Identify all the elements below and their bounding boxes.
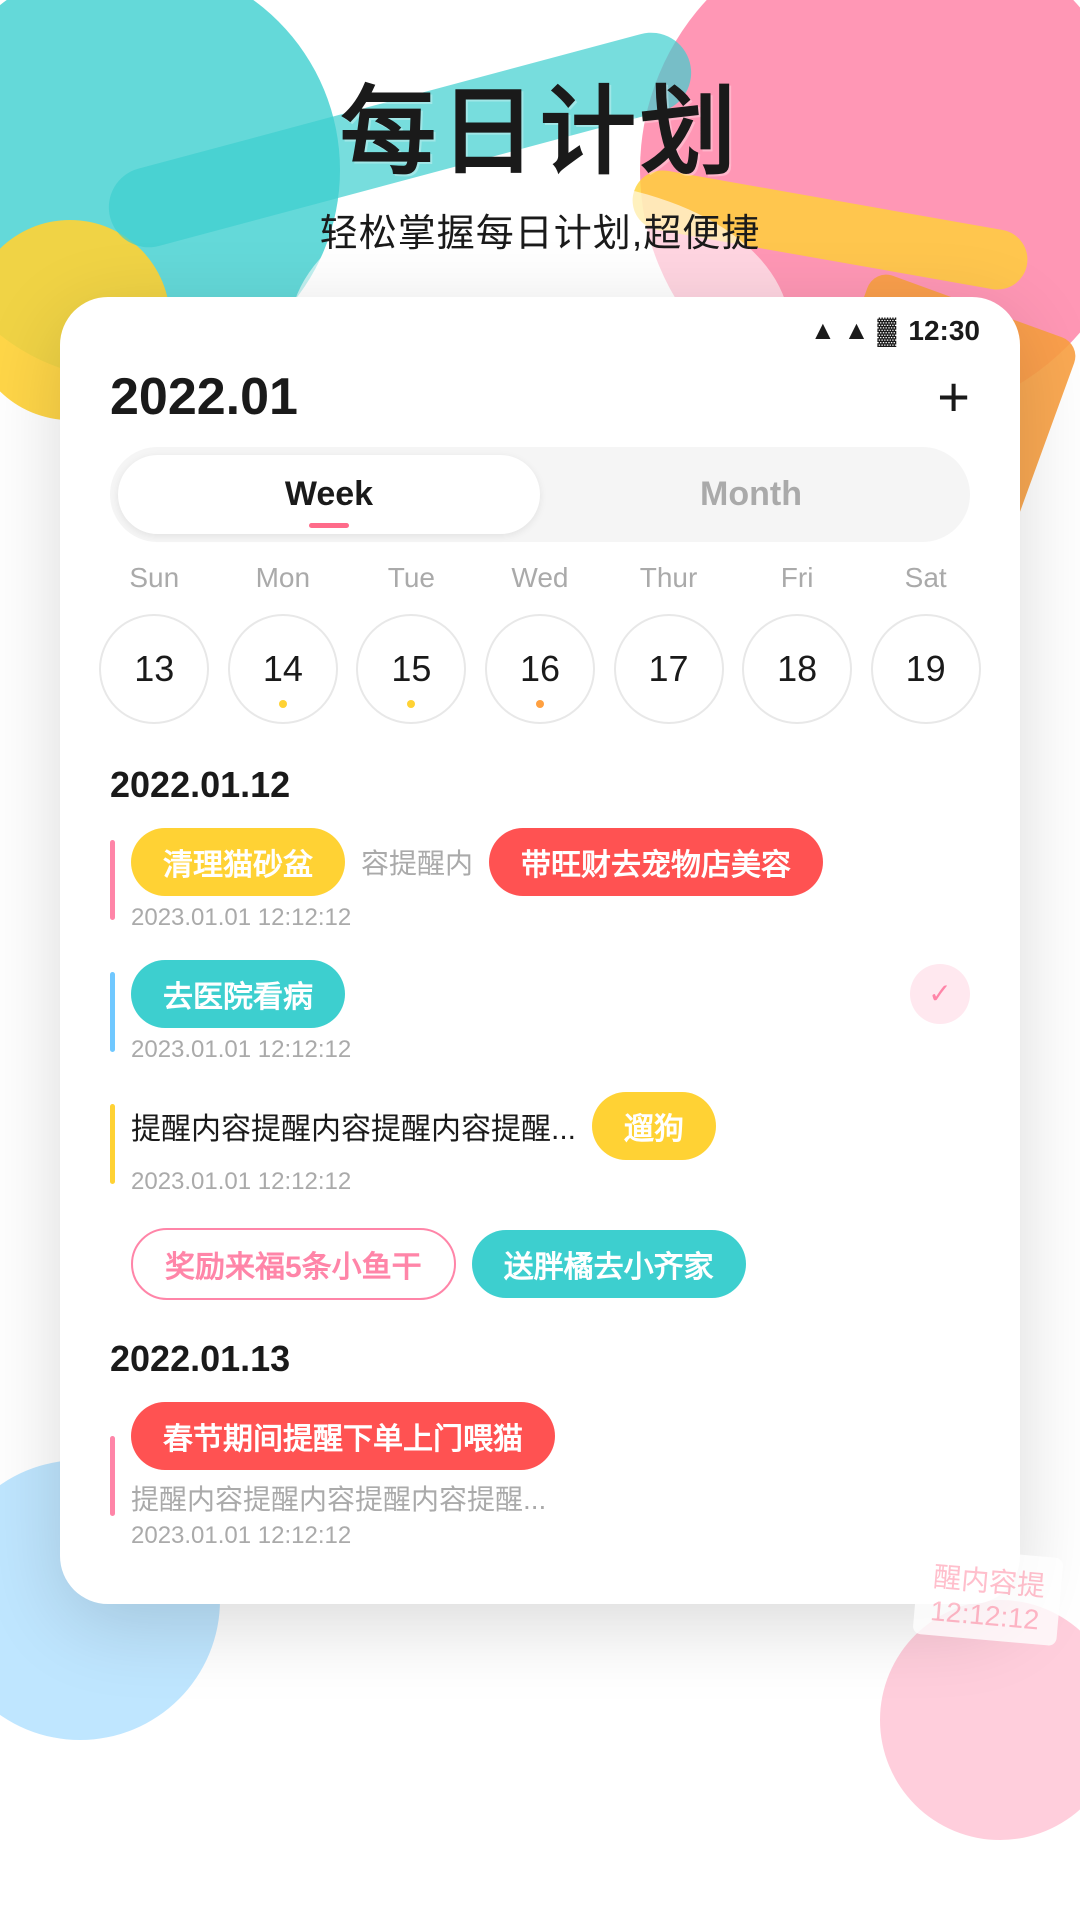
- section-date-1: 2022.01.12: [60, 744, 1020, 814]
- day-label-sun: Sun: [99, 562, 209, 594]
- side-decoration-text: 醒内容提12:12:12: [912, 1546, 1063, 1646]
- task-body-1: 清理猫砂盆 容提醒内 带旺财去宠物店美容 2023.01.01 12:12:12: [131, 828, 970, 932]
- tag-spring-festival[interactable]: 春节期间提醒下单上门喂猫: [131, 1402, 555, 1470]
- tag-send-cat[interactable]: 送胖橘去小齐家: [472, 1230, 746, 1298]
- app-subtitle: 轻松掌握每日计划,超便捷: [0, 202, 1080, 257]
- calendar-header: 2022.01 +: [60, 347, 1020, 437]
- day-label-row: Sun Mon Tue Wed Thur Fri Sat: [60, 552, 1020, 604]
- task-body-4: 奖励来福5条小鱼干 送胖橘去小齐家: [131, 1228, 970, 1300]
- tag-clean-litterbox[interactable]: 清理猫砂盆: [131, 828, 345, 896]
- section-date-2: 2022.01.13: [60, 1318, 1020, 1388]
- calendar-current-date: 2022.01: [110, 367, 298, 427]
- task-body-2: 去医院看病 ✓ 2023.01.01 12:12:12: [131, 960, 970, 1064]
- task-reminder-text: 容提醒内: [361, 842, 473, 882]
- tag-pet-grooming[interactable]: 带旺财去宠物店美容: [489, 828, 823, 896]
- signal-icon: ▲: [844, 315, 870, 346]
- task-item-2: 去医院看病 ✓ 2023.01.01 12:12:12: [60, 946, 1020, 1078]
- tab-month[interactable]: Month: [540, 455, 962, 534]
- tag-hospital[interactable]: 去医院看病: [131, 960, 345, 1028]
- task-item-3: 提醒内容提醒内容提醒内容提醒... 遛狗 2023.01.01 12:12:12: [60, 1078, 1020, 1210]
- main-card: ▲ ▲ ▓ 12:30 2022.01 + Week Month Sun Mon…: [60, 297, 1020, 1604]
- wifi-icon: ▲: [810, 315, 836, 346]
- date-cell-18[interactable]: 18: [742, 614, 852, 724]
- task-line-3: [110, 1104, 115, 1184]
- task-line-1: [110, 840, 115, 920]
- date-cell-17[interactable]: 17: [614, 614, 724, 724]
- status-bar: ▲ ▲ ▓ 12:30: [60, 297, 1020, 347]
- page: 每日计划 轻松掌握每日计划,超便捷 ▲ ▲ ▓ 12:30 2022.01 + …: [0, 0, 1080, 1920]
- task-body-5: 春节期间提醒下单上门喂猫 提醒内容提醒内容提醒内容提醒... 2023.01.0…: [131, 1402, 970, 1550]
- add-event-button[interactable]: +: [937, 369, 970, 425]
- day-label-mon: Mon: [228, 562, 338, 594]
- dot-15: [407, 700, 415, 708]
- dot-16: [536, 700, 544, 708]
- tag-reward-cat[interactable]: 奖励来福5条小鱼干: [131, 1228, 456, 1300]
- task-line-2: [110, 972, 115, 1052]
- date-cell-14[interactable]: 14: [228, 614, 338, 724]
- tab-week[interactable]: Week: [118, 455, 540, 534]
- task-item-5: 春节期间提醒下单上门喂猫 提醒内容提醒内容提醒内容提醒... 2023.01.0…: [60, 1388, 1020, 1564]
- day-label-sat: Sat: [871, 562, 981, 594]
- task-body-text-3: 提醒内容提醒内容提醒内容提醒...: [131, 1104, 576, 1148]
- status-icons: ▲ ▲ ▓: [810, 315, 896, 346]
- task-item-4: 奖励来福5条小鱼干 送胖橘去小齐家: [60, 1210, 1020, 1318]
- task-body-text-5: 提醒内容提醒内容提醒内容提醒...: [131, 1478, 970, 1518]
- task-body-3: 提醒内容提醒内容提醒内容提醒... 遛狗 2023.01.01 12:12:12: [131, 1092, 970, 1196]
- task-line-5: [110, 1436, 115, 1516]
- view-tab-group: Week Month: [110, 447, 970, 542]
- status-time: 12:30: [908, 315, 980, 347]
- date-cell-15[interactable]: 15: [356, 614, 466, 724]
- task-time-1: 2023.01.01 12:12:12: [131, 904, 970, 932]
- task-check-2[interactable]: ✓: [910, 964, 970, 1024]
- date-row: 13 14 15 16 17 18 19: [60, 604, 1020, 744]
- task-time-2: 2023.01.01 12:12:12: [131, 1036, 970, 1064]
- task-time-5: 2023.01.01 12:12:12: [131, 1522, 970, 1550]
- day-label-thur: Thur: [614, 562, 724, 594]
- task-time-3: 2023.01.01 12:12:12: [131, 1168, 970, 1196]
- bottom-spacer: [60, 1564, 1020, 1604]
- app-title: 每日计划: [0, 80, 1080, 186]
- header: 每日计划 轻松掌握每日计划,超便捷: [0, 0, 1080, 257]
- tag-walk-dog[interactable]: 遛狗: [592, 1092, 716, 1160]
- battery-icon: ▓: [877, 315, 896, 346]
- day-label-tue: Tue: [356, 562, 466, 594]
- dot-14: [279, 700, 287, 708]
- day-label-wed: Wed: [485, 562, 595, 594]
- date-cell-16[interactable]: 16: [485, 614, 595, 724]
- day-label-fri: Fri: [742, 562, 852, 594]
- date-cell-13[interactable]: 13: [99, 614, 209, 724]
- task-item-1: 清理猫砂盆 容提醒内 带旺财去宠物店美容 2023.01.01 12:12:12: [60, 814, 1020, 946]
- date-cell-19[interactable]: 19: [871, 614, 981, 724]
